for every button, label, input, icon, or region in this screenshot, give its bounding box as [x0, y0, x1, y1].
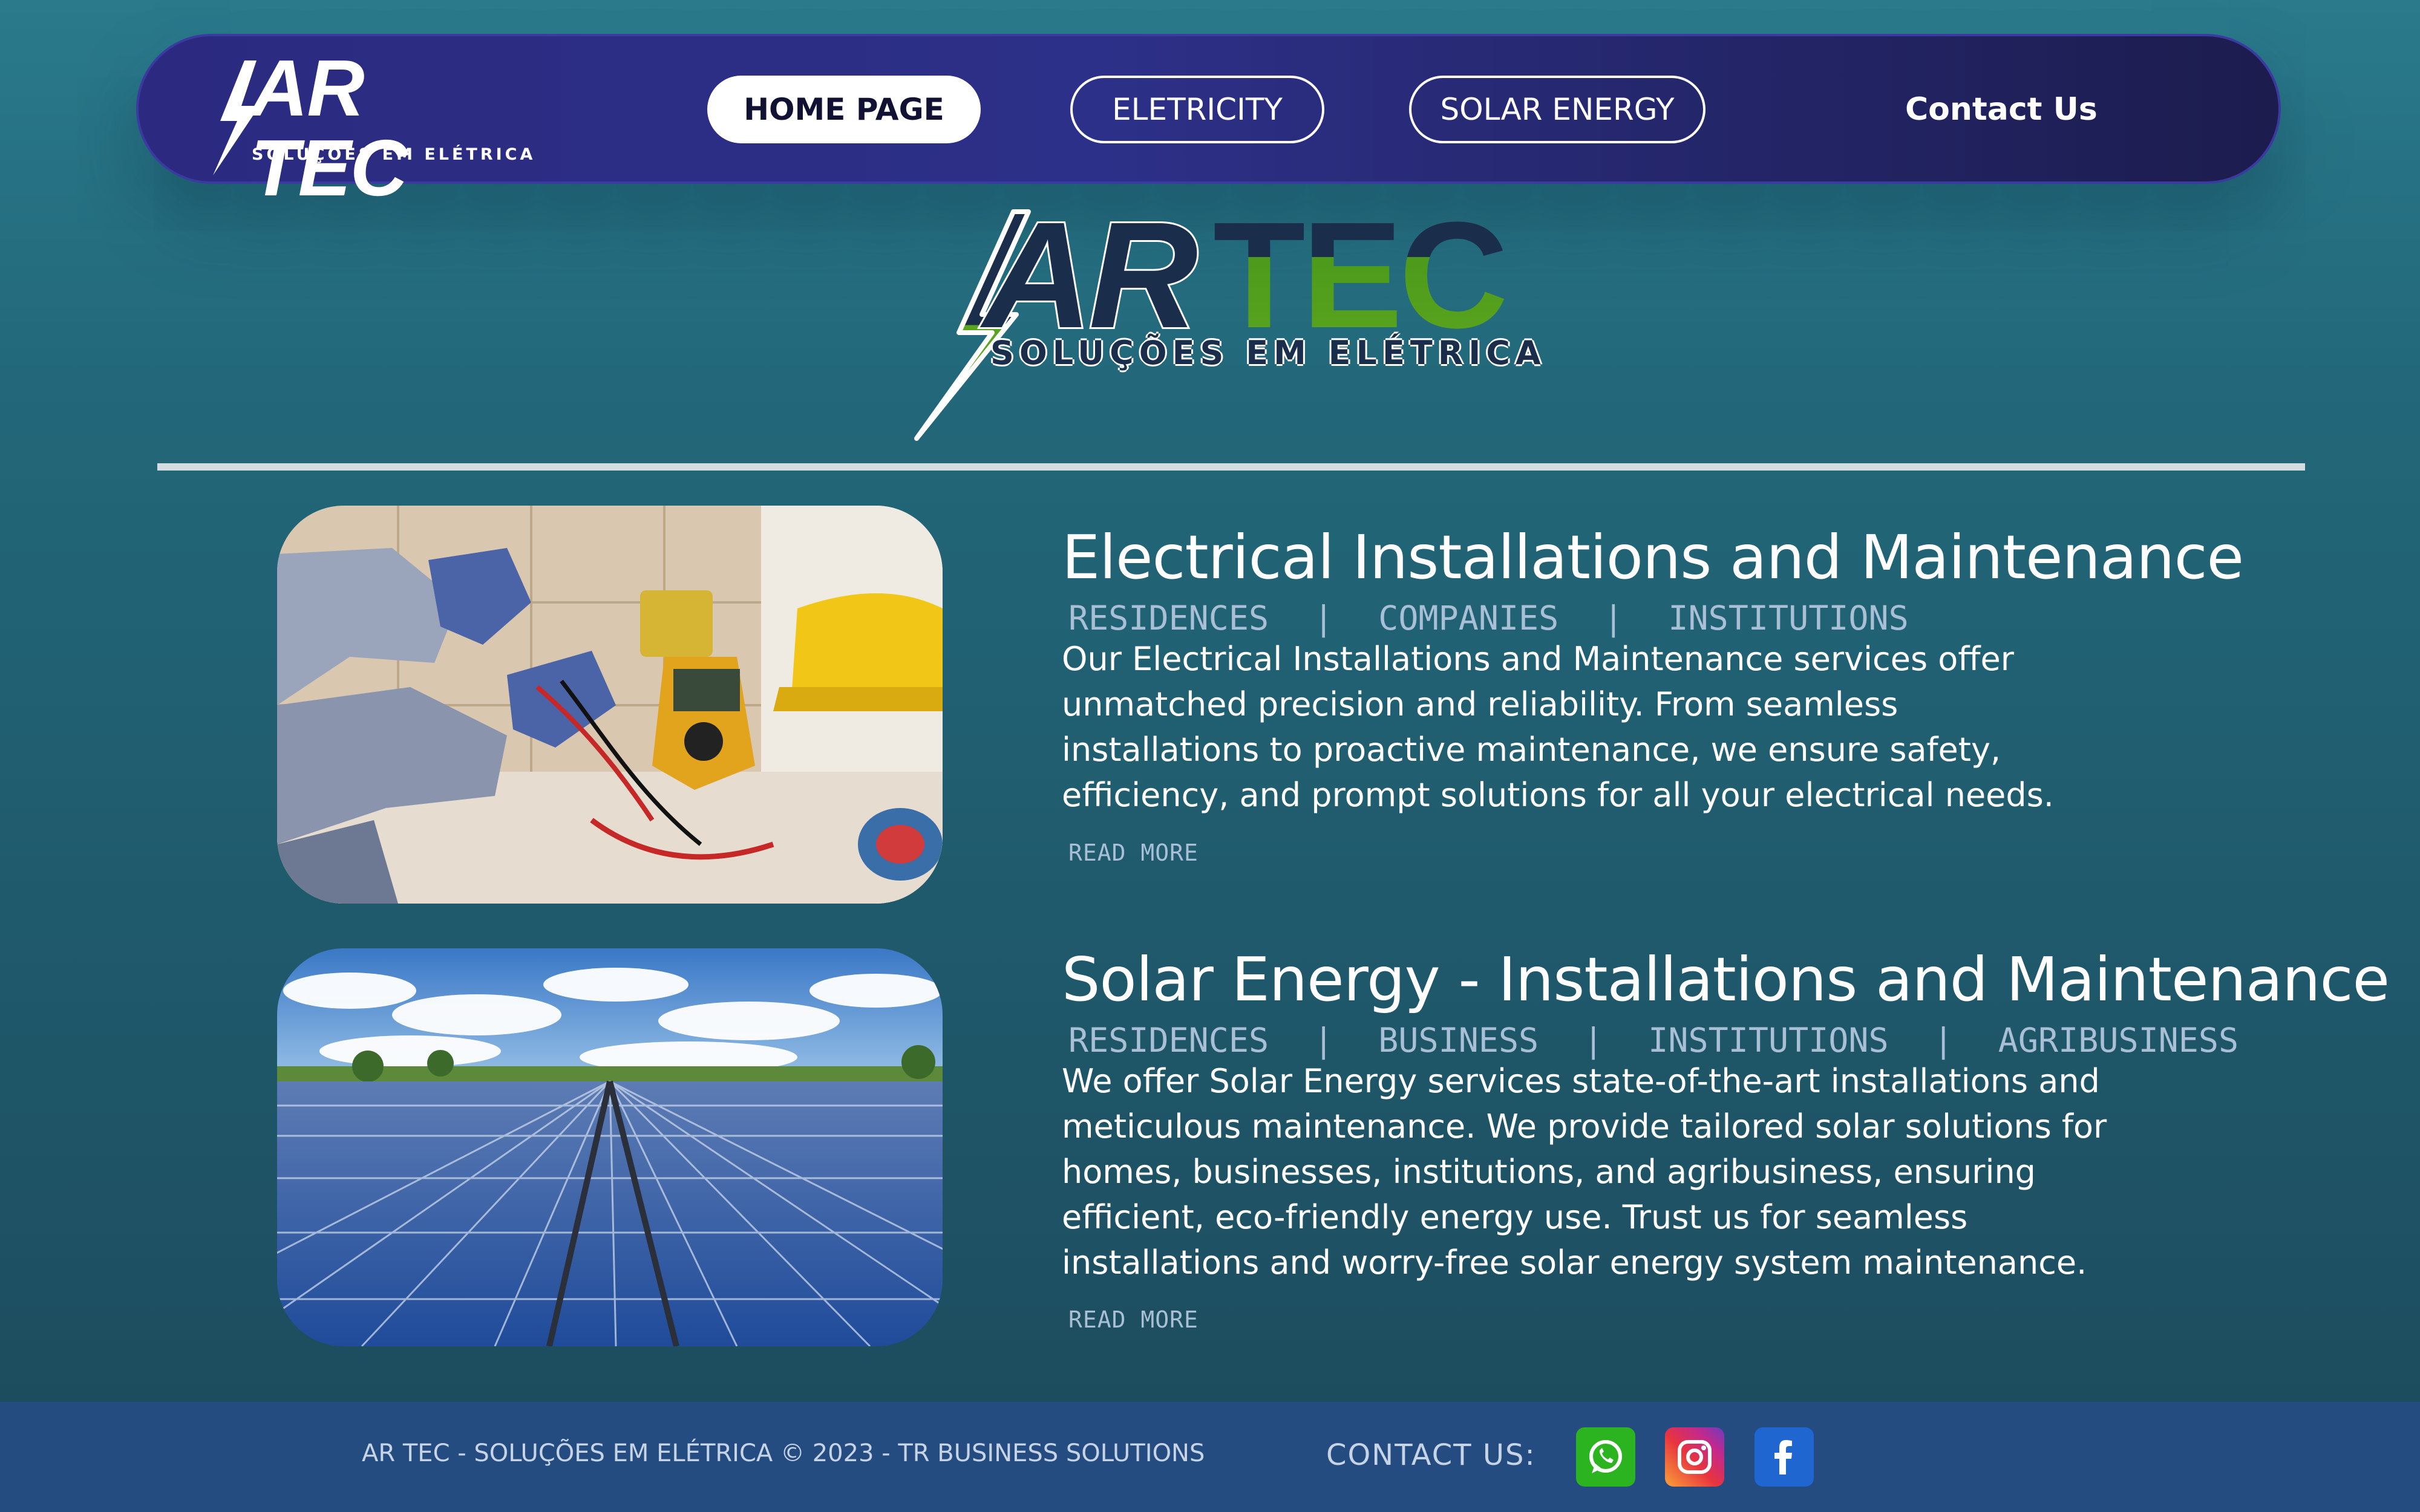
service-tag: COMPANIES	[1378, 599, 1559, 637]
hero-tagline: SOLUÇÕES EM ELÉTRICA	[990, 334, 1546, 372]
whatsapp-icon[interactable]	[1576, 1427, 1635, 1487]
hero-logo: AR TEC SOLUÇÕES EM ELÉTRICA	[911, 191, 1541, 442]
electrician-illustration	[277, 506, 943, 904]
service-tag: BUSINESS	[1378, 1021, 1539, 1060]
service-title: Solar Energy - Installations and Mainten…	[1062, 944, 2390, 1015]
nav-logo-brand: AR TEC	[250, 44, 408, 212]
tag-separator: |	[1313, 1021, 1334, 1060]
hero-brand-tec: TEC	[1213, 191, 1508, 359]
facebook-icon[interactable]	[1754, 1427, 1814, 1487]
read-more-link[interactable]: READ MORE	[1068, 839, 1199, 866]
facebook-glyph	[1774, 1440, 1792, 1475]
service-tag: INSTITUTIONS	[1648, 1021, 1889, 1060]
service-description: We offer Solar Energy services state-of-…	[1062, 1062, 2107, 1282]
hero-brand-ar: AR	[981, 191, 1200, 359]
footer-copyright: AR TEC - SOLUÇÕES EM ELÉTRICA © 2023 - T…	[362, 1439, 1205, 1467]
service-tag: AGRIBUSINESS	[1998, 1021, 2239, 1060]
nav-solar-energy-button[interactable]: SOLAR ENERGY	[1409, 76, 1705, 143]
service-title: Electrical Installations and Maintenance	[1062, 522, 2244, 593]
nav-home-button[interactable]: HOME PAGE	[707, 76, 981, 143]
service-tag: RESIDENCES	[1068, 599, 1269, 637]
service-tags: RESIDENCES | BUSINESS | INSTITUTIONS | A…	[1068, 1021, 2238, 1060]
service-tag: INSTITUTIONS	[1668, 599, 1909, 637]
service-tags: RESIDENCES | COMPANIES | INSTITUTIONS	[1068, 599, 1909, 637]
service-tag: RESIDENCES	[1068, 1021, 1269, 1060]
solar-panels-illustration	[277, 948, 943, 1346]
main-navbar: AR TEC SOLUÇÕES EM ELÉTRICA HOME PAGE EL…	[136, 34, 2281, 208]
tag-separator: |	[1313, 599, 1334, 637]
footer: AR TEC - SOLUÇÕES EM ELÉTRICA © 2023 - T…	[0, 1402, 2420, 1512]
tag-separator: |	[1603, 599, 1624, 637]
nav-logo-tagline: SOLUÇÕES EM ELÉTRICA	[252, 145, 536, 164]
service-description: Our Electrical Installations and Mainten…	[1062, 640, 2054, 814]
electrician-image	[277, 506, 943, 904]
section-divider	[157, 463, 2305, 471]
instagram-glyph	[1678, 1440, 1712, 1474]
footer-contact-label: CONTACT US:	[1326, 1438, 1536, 1472]
nav-logo[interactable]: AR TEC SOLUÇÕES EM ELÉTRICA	[208, 48, 536, 208]
whatsapp-glyph	[1589, 1440, 1622, 1473]
nav-electricity-button[interactable]: ELETRICITY	[1070, 76, 1324, 143]
instagram-icon[interactable]	[1665, 1427, 1724, 1487]
read-more-link[interactable]: READ MORE	[1068, 1306, 1199, 1333]
solar-panels-image	[277, 948, 943, 1346]
tag-separator: |	[1933, 1021, 1954, 1060]
nav-contact-link[interactable]: Contact Us	[1905, 76, 2098, 143]
tag-separator: |	[1583, 1021, 1604, 1060]
